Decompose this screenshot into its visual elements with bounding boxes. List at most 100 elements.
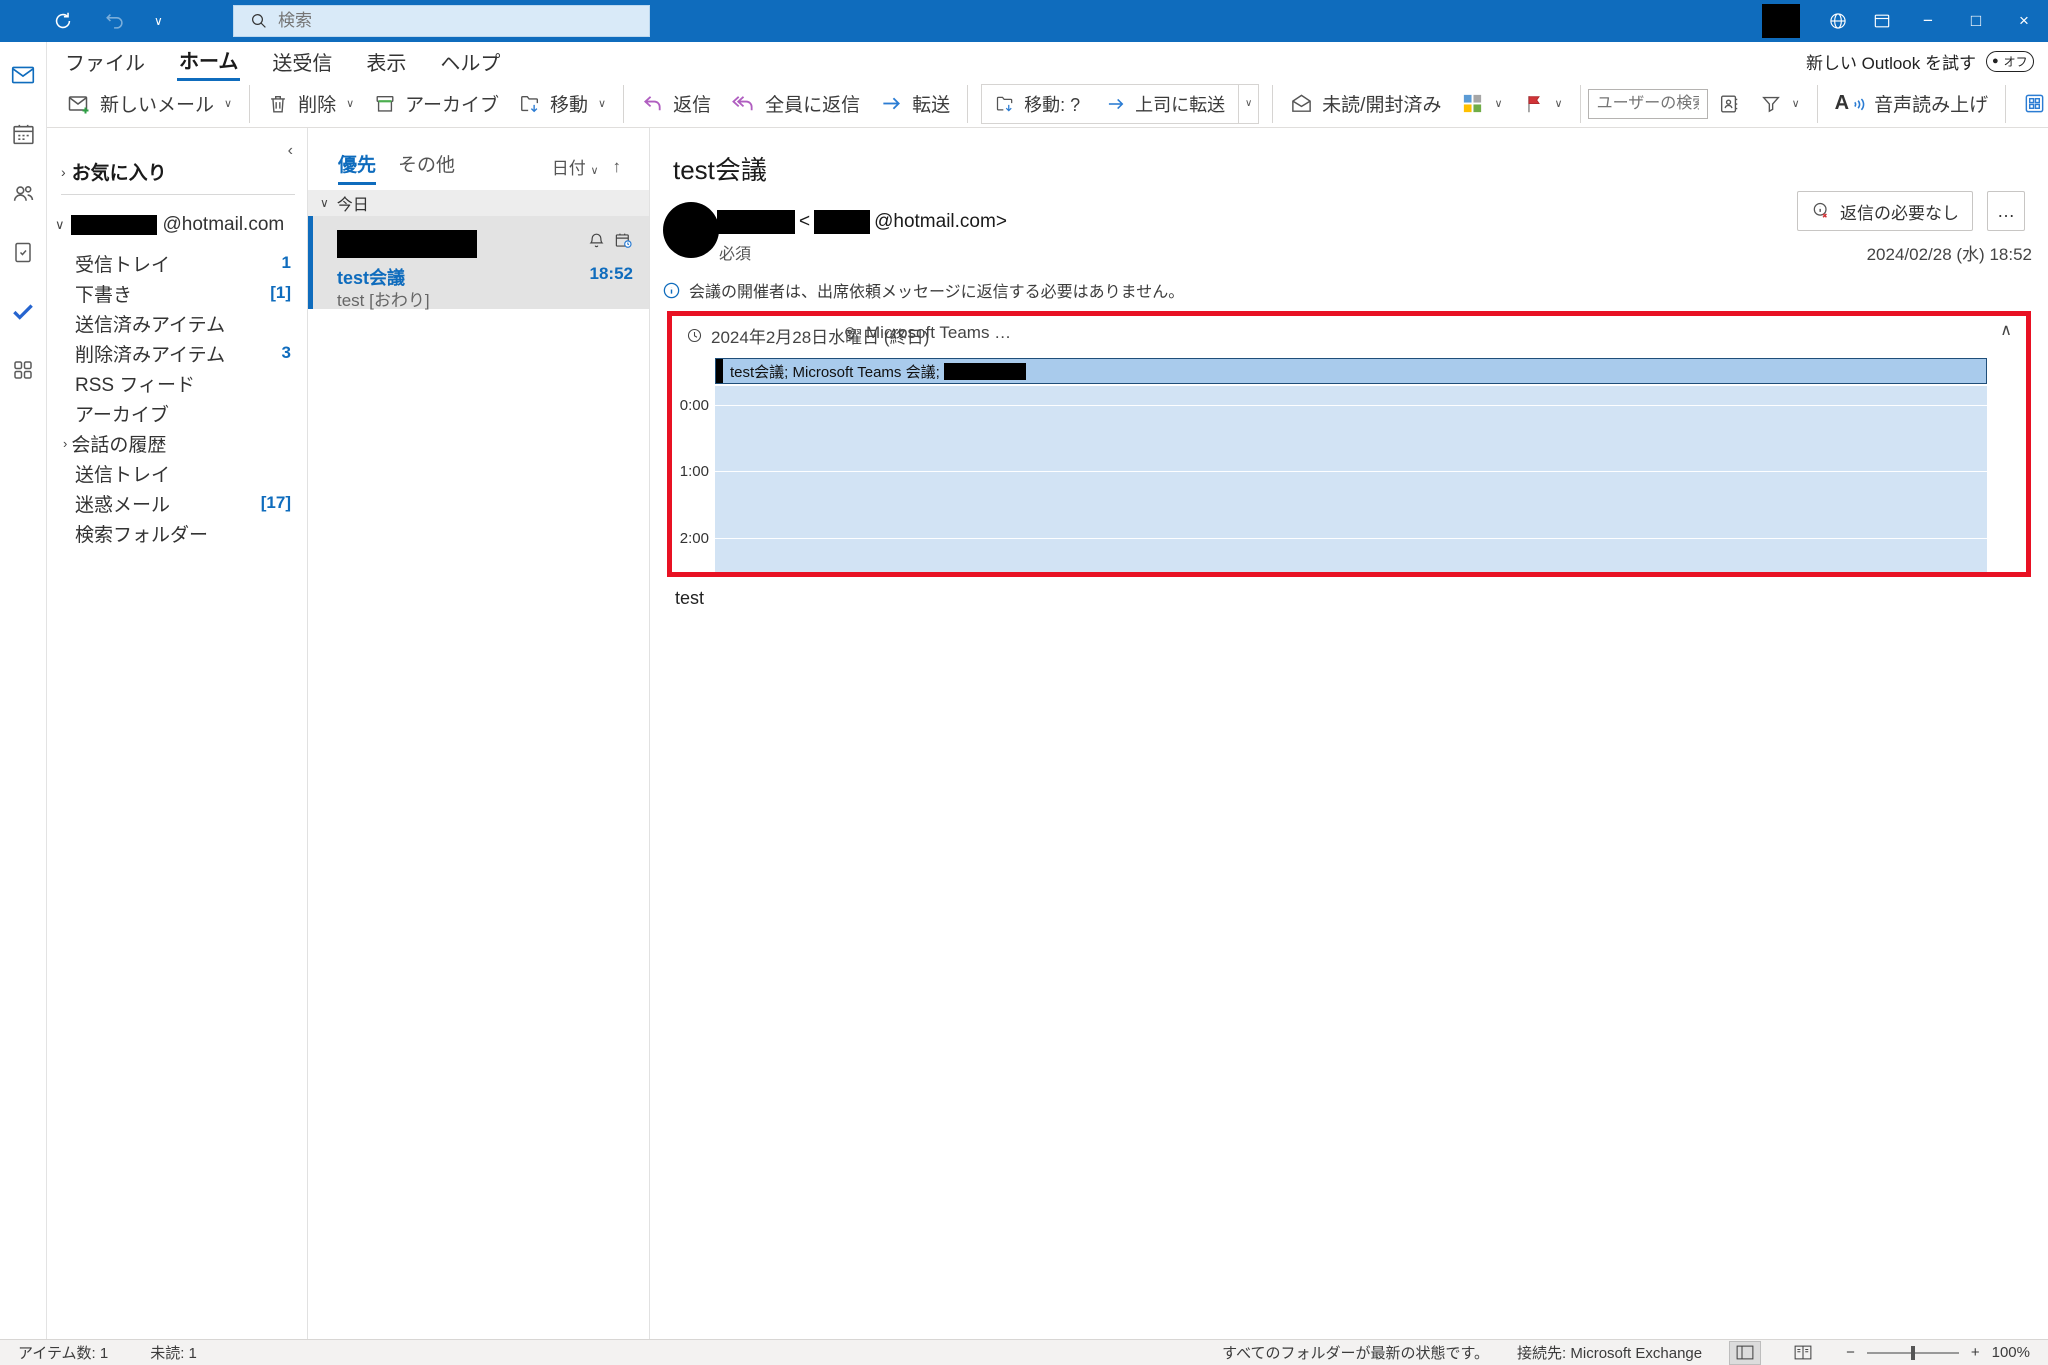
folder-conversation-history[interactable]: ›会話の履歴 [47, 428, 307, 458]
no-reply-needed-button[interactable]: 返信の必要なし [1797, 191, 1973, 231]
folder-rss-feeds[interactable]: RSS フィード [47, 368, 307, 398]
redacted-avatar[interactable] [663, 202, 719, 258]
sender-line[interactable]: < @hotmail.com> [717, 210, 1007, 234]
send-receive-sync-icon[interactable] [50, 8, 76, 34]
folder-archive[interactable]: アーカイブ [47, 398, 307, 428]
maximize-button[interactable]: □ [1952, 0, 2000, 42]
zoom-level[interactable]: 100% [1992, 1344, 2030, 1361]
chevron-right-icon: › [61, 164, 66, 180]
email-domain: @hotmail.com> [874, 211, 1007, 233]
quick-step-forward-to-manager[interactable]: 上司に転送 [1093, 85, 1238, 123]
zoom-slider-thumb[interactable] [1911, 1346, 1915, 1360]
tab-home[interactable]: ホーム [177, 41, 240, 81]
new-mail-button[interactable]: 新しいメール ∨ [57, 84, 242, 124]
user-search-input[interactable] [1588, 89, 1708, 119]
sort-direction-icon[interactable]: ↑ [613, 157, 622, 177]
address-book-button[interactable] [1708, 84, 1750, 124]
folder-junk[interactable]: 迷惑メール[17] [47, 488, 307, 518]
collapse-folder-pane-icon[interactable]: ‹ [288, 142, 293, 160]
account-root[interactable]: ∨ @hotmail.com [55, 214, 284, 236]
reply-button[interactable]: 返信 [631, 84, 721, 124]
folder-deleted-items[interactable]: 削除済みアイテム3 [47, 338, 307, 368]
titlebar: ∨ − □ × [0, 0, 2048, 42]
all-apps-button[interactable]: すべての アプリ [2013, 84, 2048, 124]
more-actions-button[interactable]: … [1987, 191, 2025, 231]
zoom-out-button[interactable]: − [1846, 1344, 1855, 1361]
read-aloud-button[interactable]: A 音声読み上げ [1825, 84, 1998, 124]
ribbon-display-options-icon[interactable] [1860, 0, 1904, 42]
people-module-icon[interactable] [10, 180, 36, 206]
tab-send-receive[interactable]: 送受信 [270, 43, 334, 80]
undo-icon[interactable] [102, 8, 128, 34]
favorites-header[interactable]: › お気に入り [61, 158, 167, 185]
calendar-module-icon[interactable] [10, 121, 36, 147]
quick-access-customize-icon[interactable]: ∨ [154, 14, 163, 28]
forward-icon [1106, 94, 1126, 114]
folder-sent-items[interactable]: 送信済みアイテム [47, 308, 307, 338]
chevron-down-icon: ∨ [1792, 97, 1800, 110]
all-day-event-bar[interactable]: test会議; Microsoft Teams 会議; [715, 358, 1987, 384]
address-book-icon [1718, 93, 1740, 115]
tab-help[interactable]: ヘルプ [438, 43, 502, 80]
chevron-down-icon: ∨ [55, 217, 65, 233]
quick-step-move[interactable]: 移動: ? [982, 85, 1093, 123]
folder-search-folders[interactable]: 検索フォルダー [47, 518, 307, 548]
search-bar[interactable] [233, 5, 650, 37]
archive-button[interactable]: アーカイブ [364, 84, 509, 124]
categorize-icon [1461, 92, 1484, 115]
message-time: 18:52 [590, 264, 633, 284]
message-row[interactable]: test会議 18:52 test [おわり] [308, 216, 649, 309]
meeting-location[interactable]: Microsoft Teams … [842, 323, 1011, 343]
move-folder-icon [519, 93, 541, 115]
toggle-knob-icon: ● [1992, 56, 1999, 67]
minimize-button[interactable]: − [1904, 0, 1952, 42]
zoom-in-button[interactable]: + [1971, 1344, 1980, 1361]
folder-drafts[interactable]: 下書き[1] [47, 278, 307, 308]
move-button[interactable]: 移動 ∨ [509, 84, 616, 124]
globe-icon[interactable] [1816, 0, 1860, 42]
open-envelope-icon [1290, 92, 1313, 115]
redacted-sender-name [717, 210, 795, 234]
normal-view-button[interactable] [1730, 1342, 1760, 1364]
categorize-button[interactable]: ∨ [1451, 84, 1512, 124]
outlook-window: ∨ − □ × [0, 0, 2048, 1365]
mail-subject: test会議 [673, 150, 767, 187]
connection-status: 接続先: Microsoft Exchange [1517, 1342, 1702, 1363]
todo-module-icon[interactable] [10, 298, 36, 324]
unread-read-button[interactable]: 未読/開封済み [1280, 84, 1451, 124]
quick-steps-more-icon[interactable]: ∨ [1238, 85, 1258, 123]
reply-all-button[interactable]: 全員に返信 [721, 84, 870, 124]
item-count: アイテム数: 1 [18, 1342, 108, 1363]
search-input[interactable] [278, 11, 578, 31]
ribbon-tab-row: ファイル ホーム 送受信 表示 ヘルプ 新しい Outlook を試す ● オフ [47, 42, 2048, 80]
filter-email-button[interactable]: ∨ [1750, 84, 1810, 124]
forward-icon [880, 92, 903, 115]
tab-other[interactable]: その他 [398, 150, 455, 185]
zoom-slider[interactable] [1867, 1352, 1959, 1354]
follow-up-flag-button[interactable]: ∨ [1513, 84, 1573, 124]
folder-inbox[interactable]: 受信トレイ1 [47, 248, 307, 278]
collapse-preview-icon[interactable]: ∧ [2000, 320, 2012, 340]
sort-by-date-button[interactable]: 日付 ∨ [552, 154, 599, 179]
chevron-down-icon: ∨ [1494, 97, 1502, 110]
tasks-module-icon[interactable] [10, 239, 36, 265]
search-icon [250, 12, 268, 30]
chevron-down-icon: ∨ [224, 97, 232, 110]
new-mail-icon [67, 92, 91, 116]
mail-module-icon[interactable] [10, 62, 36, 88]
more-apps-icon[interactable] [10, 357, 36, 383]
message-preview: test [おわり] [337, 286, 430, 311]
forward-button[interactable]: 転送 [870, 84, 960, 124]
delete-button[interactable]: 削除 ∨ [257, 84, 364, 124]
reading-pane: test会議 返信の必要なし … 2024/02/28 (水) 18:52 < … [650, 128, 2048, 1339]
group-header-today[interactable]: ∨ 今日 [308, 190, 649, 216]
tab-view[interactable]: 表示 [364, 43, 408, 80]
new-outlook-toggle[interactable]: ● オフ [1986, 51, 2034, 72]
tab-file[interactable]: ファイル [63, 43, 147, 80]
folder-outbox[interactable]: 送信トレイ [47, 458, 307, 488]
reading-view-button[interactable] [1788, 1342, 1818, 1364]
quick-steps-gallery: 移動: ? 上司に転送 ∨ [981, 84, 1259, 124]
close-button[interactable]: × [2000, 0, 2048, 42]
tab-focused[interactable]: 優先 [338, 150, 376, 185]
ribbon-toolbar: 新しいメール ∨ 削除 ∨ アーカイブ 移動 ∨ [47, 80, 2048, 128]
